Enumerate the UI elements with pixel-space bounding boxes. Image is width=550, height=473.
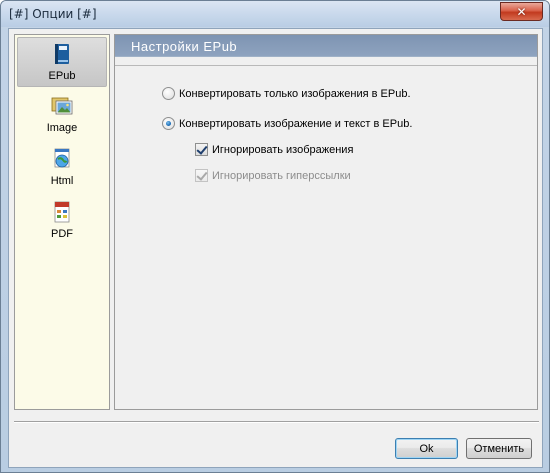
sidebar-item-label: Html [50,175,74,187]
radio-button[interactable] [162,87,175,100]
epub-book-icon [55,44,69,64]
panel-title: Настройки EPub [131,39,238,54]
panel-body: Конвертировать только изображения в EPub… [115,65,537,409]
sidebar-item-label: EPub [48,70,76,82]
sidebar-item-image[interactable]: Image [17,90,107,140]
close-button[interactable]: ✕ [500,2,543,21]
dialog-client-area: EPub Image Html PDF Настройки EPub Конве… [8,28,543,468]
radio-image-and-text[interactable]: Конвертировать изображение и текст в EPu… [162,117,412,130]
divider [14,421,539,423]
radio-label: Конвертировать только изображения в EPub… [179,87,411,100]
checkbox-ignore-links: Игнорировать гиперссылки [195,169,351,182]
checkbox[interactable] [195,143,208,156]
settings-panel: Настройки EPub Конвертировать только изо… [114,34,538,410]
sidebar-item-label: PDF [51,228,73,240]
sidebar-item-label: Image [46,122,78,134]
checkbox [195,169,208,182]
sidebar-item-pdf[interactable]: PDF [17,196,107,246]
image-icon [51,97,73,115]
cancel-button[interactable]: Отменить [466,438,532,459]
checkbox-label: Игнорировать изображения [212,143,354,156]
radio-button[interactable] [162,117,175,130]
title-bar[interactable]: [#] Опции [#] ✕ [1,1,549,27]
pdf-document-icon [54,201,70,223]
close-icon: ✕ [516,4,527,19]
panel-header: Настройки EPub [115,35,537,57]
radio-images-only[interactable]: Конвертировать только изображения в EPub… [162,87,411,100]
window-title: [#] Опции [#] [9,7,97,21]
radio-label: Конвертировать изображение и текст в EPu… [179,117,413,130]
html-globe-icon [54,148,70,168]
category-sidebar: EPub Image Html PDF [14,34,110,410]
sidebar-item-html[interactable]: Html [17,143,107,193]
sidebar-item-epub[interactable]: EPub [17,37,107,87]
checkbox-ignore-images[interactable]: Игнорировать изображения [195,143,353,156]
options-dialog: [#] Опции [#] ✕ EPub Image Html PDF Наст… [0,0,550,473]
checkbox-label: Игнорировать гиперссылки [212,169,351,182]
ok-button[interactable]: Ok [395,438,458,459]
